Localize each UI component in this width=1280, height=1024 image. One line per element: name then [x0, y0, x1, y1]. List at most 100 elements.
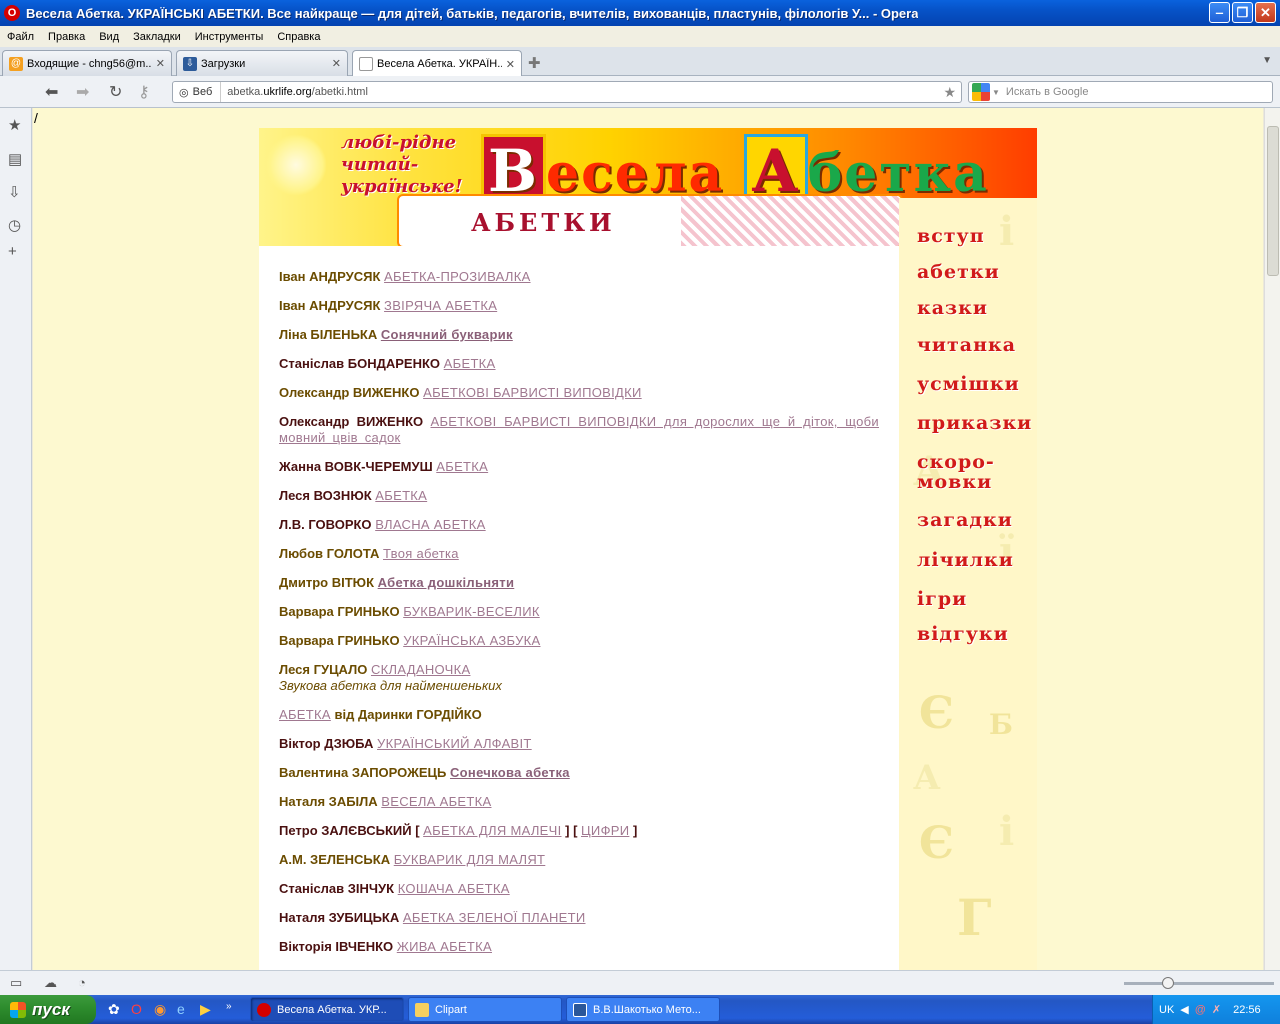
nav-link[interactable]: читанка	[917, 335, 1016, 355]
notes-icon[interactable]: ▤	[8, 150, 22, 168]
nav-link[interactable]: загадки	[917, 510, 1013, 530]
author-name: Леся ВОЗНЮК	[279, 488, 372, 503]
mail-icon: @	[9, 56, 23, 71]
tray-network-icon[interactable]: @	[1195, 1004, 1206, 1016]
menu-help[interactable]: Справка	[270, 31, 327, 43]
abetka-link[interactable]: АБЕТКА	[279, 707, 331, 722]
author-name: Ліна БІЛЕНЬКА	[279, 327, 378, 342]
menu-edit[interactable]: Правка	[41, 31, 92, 43]
history-clock-icon[interactable]: ◷	[8, 216, 21, 234]
abetka-link[interactable]: УКРАЇНСЬКА АЗБУКА	[403, 633, 540, 648]
abetka-link[interactable]: АБЕТКА ЗЕЛЕНОЇ ПЛАНЕТИ	[403, 910, 586, 925]
quicklaunch-more-icon[interactable]: »	[226, 1001, 232, 1012]
tray-arrow-icon[interactable]: ◀	[1180, 1003, 1188, 1016]
nav-link[interactable]: приказки	[917, 413, 1032, 433]
quicklaunch-media-icon[interactable]: ▶	[200, 1001, 211, 1018]
abetka-link[interactable]: Твоя абетка	[383, 546, 459, 561]
quicklaunch-ie-icon[interactable]: e	[177, 1001, 185, 1017]
abetka-link[interactable]: АБЕТКА ДЛЯ МАЛЕЧІ	[423, 823, 561, 838]
downloads-panel-icon[interactable]: ⇩	[8, 183, 21, 201]
vertical-scrollbar[interactable]	[1264, 108, 1280, 970]
panel-toggle-icon[interactable]: ▭	[10, 975, 22, 991]
menu-bookmarks[interactable]: Закладки	[126, 31, 188, 43]
nav-link[interactable]: казки	[917, 298, 988, 318]
add-panel-icon[interactable]: +	[8, 243, 17, 260]
task-word[interactable]: В.В.Шакотько Мето...	[566, 997, 720, 1022]
list-item: Леся ВОЗНЮК АБЕТКА	[279, 488, 879, 504]
url-text[interactable]: abetka.ukrlife.org/abetki.html	[221, 86, 368, 98]
abetka-link[interactable]: ВЕСЕЛА АБЕТКА	[381, 794, 491, 809]
wand-key-icon[interactable]: ⚷	[138, 82, 150, 102]
back-arrow-icon[interactable]: ⬅	[45, 82, 58, 102]
task-clipart[interactable]: Clipart	[408, 997, 562, 1022]
menu-tools[interactable]: Инструменты	[188, 31, 271, 43]
nav-link[interactable]: відгуки	[917, 624, 1009, 644]
nav-link[interactable]: усмішки	[917, 374, 1020, 394]
window-titlebar: O Весела Абетка. УКРАЇНСЬКІ АБЕТКИ. Все …	[0, 0, 1280, 26]
abetka-link[interactable]: АБЕТКА-ПРОЗИВАЛКА	[384, 269, 531, 284]
nav-link[interactable]: лічилки	[917, 550, 1014, 570]
quicklaunch-icq-icon[interactable]: ✿	[108, 1001, 120, 1018]
abetka-link[interactable]: УКРАЇНСЬКИЙ АЛФАВІТ	[377, 736, 532, 751]
abetka-link[interactable]: ЦИФРИ	[581, 823, 629, 838]
bookmark-star-icon[interactable]: ★	[943, 84, 956, 101]
author-name: Станіслав ЗІНЧУК	[279, 881, 395, 896]
quicklaunch-opera-icon[interactable]: O	[131, 1001, 142, 1017]
nav-link[interactable]: абетки	[917, 262, 1000, 282]
abetka-link[interactable]: АБЕТКА	[444, 356, 496, 371]
tray-security-icon[interactable]: ✗	[1212, 1003, 1221, 1016]
forward-arrow-icon[interactable]: ➡	[76, 82, 89, 102]
tab-close-icon[interactable]: ✕	[156, 57, 165, 70]
abetka-link[interactable]: АБЕТКА	[436, 459, 488, 474]
tab-close-icon[interactable]: ✕	[506, 58, 515, 71]
zoom-slider-knob[interactable]	[1162, 977, 1174, 989]
speed-dial-gauge-icon[interactable]: ◔	[78, 975, 86, 990]
author-name: Леся ГУЦАЛО	[279, 662, 368, 677]
opera-unite-cloud-icon[interactable]: ☁	[44, 975, 57, 991]
zoom-slider[interactable]	[1124, 977, 1274, 989]
menu-view[interactable]: Вид	[92, 31, 126, 43]
web-chip[interactable]: ◎ Веб	[173, 82, 222, 102]
abetka-link[interactable]: КОШАЧА АБЕТКА	[398, 881, 510, 896]
nav-link[interactable]: ігри	[917, 589, 967, 609]
abetka-link[interactable]: БУКВАРИК-ВЕСЕЛИК	[403, 604, 540, 619]
start-button[interactable]: пуск	[0, 995, 96, 1024]
task-opera[interactable]: Весела Абетка. УКР...	[250, 997, 404, 1022]
tab-close-icon[interactable]: ✕	[332, 57, 341, 70]
abetka-link[interactable]: ЗВІРЯЧА АБЕТКА	[384, 298, 497, 313]
tab-menu-chevron-icon[interactable]: ▼	[1262, 55, 1272, 66]
tab-mail[interactable]: @ Входящие - chng56@m... ✕	[2, 50, 172, 76]
windows-taskbar: пуск ✿ O ◉ e ▶ » Весела Абетка. УКР... C…	[0, 995, 1280, 1024]
tab-downloads[interactable]: ⇩ Загрузки ✕	[176, 50, 348, 76]
page-viewport: / любі-рідне читай- українське! Весела А…	[33, 108, 1263, 970]
side-panel: ★ ▤ ⇩ ◷ +	[0, 108, 32, 970]
abetka-link[interactable]: БУКВАРИК ДЛЯ МАЛЯТ	[394, 852, 546, 867]
scrollbar-thumb[interactable]	[1267, 126, 1279, 276]
abetka-link[interactable]: Сонечкова абетка	[450, 765, 570, 780]
abetka-link[interactable]: СКЛАДАНОЧКА	[371, 662, 471, 677]
list-item: Іван АНДРУСЯК АБЕТКА-ПРОЗИВАЛКА	[279, 269, 879, 285]
abetka-link[interactable]: ВЛАСНА АБЕТКА	[375, 517, 485, 532]
quicklaunch-firefox-icon[interactable]: ◉	[154, 1001, 166, 1018]
author-name: Варвара ГРИНЬКО	[279, 633, 400, 648]
reload-icon[interactable]: ↻	[109, 82, 122, 102]
new-tab-icon[interactable]: ✚	[528, 54, 541, 72]
tab-abetka[interactable]: Весела Абетка. УКРАЇН... ✕	[352, 50, 522, 77]
close-button[interactable]: ✕	[1255, 2, 1276, 23]
language-indicator[interactable]: UK	[1159, 1004, 1174, 1016]
address-field[interactable]: ◎ Веб abetka.ukrlife.org/abetki.html ★	[172, 81, 962, 103]
abetka-link[interactable]: Абетка дошкільняти	[378, 575, 515, 590]
maximize-button[interactable]: ❐	[1232, 2, 1253, 23]
window-title: Весела Абетка. УКРАЇНСЬКІ АБЕТКИ. Все на…	[26, 5, 919, 21]
abetka-link[interactable]: АБЕТКА	[375, 488, 427, 503]
menu-file[interactable]: Файл	[0, 31, 41, 43]
minimize-button[interactable]: ‒	[1209, 2, 1230, 23]
abetka-link[interactable]: АБЕТКОВІ БАРВИСТІ ВИПОВІДКИ	[423, 385, 642, 400]
abetka-link[interactable]: ЖИВА АБЕТКА	[397, 939, 492, 954]
bookmarks-star-icon[interactable]: ★	[8, 116, 21, 134]
search-dropdown-icon[interactable]: ▼	[992, 88, 1000, 97]
search-field[interactable]: ▼ Искать в Google	[968, 81, 1273, 103]
nav-link[interactable]: вступ	[917, 226, 985, 246]
nav-link[interactable]: скоро-мовки	[917, 452, 995, 492]
abetka-link[interactable]: Сонячний букварик	[381, 327, 513, 342]
